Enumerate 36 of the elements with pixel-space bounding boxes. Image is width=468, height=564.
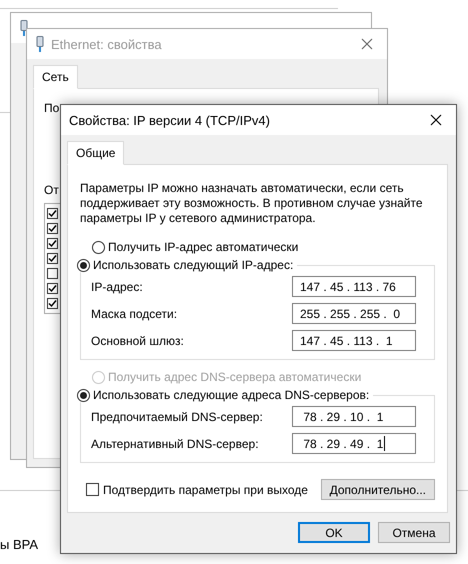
window-title: Свойства: IP версии 4 (TCP/IPv4) [69, 112, 271, 128]
dialog-button[interactable]: Отмена [378, 522, 450, 543]
field-label: Основной шлюз: [91, 334, 184, 348]
component-checkbox[interactable] [47, 268, 58, 279]
field-label: Маска подсети: [91, 306, 178, 320]
confirm-checkbox[interactable]: Подтвердить параметры при выходе [80, 482, 308, 496]
description-text: Параметры IP можно назначать автоматически, если сеть поддерживает эту возможность. В противном случае узнайте параметры IP у сетевого администратора. [80, 181, 424, 226]
component-checkbox[interactable] [47, 253, 58, 264]
ip-address-field[interactable]: 147 . 45 . 113 . 1 [292, 330, 416, 351]
ip-address-field[interactable]: 78 . 29 . 10 . 1 [292, 406, 416, 427]
ip-address-field[interactable]: 78 . 29 . 49 . 1 [292, 433, 416, 454]
network-plug-icon [19, 20, 29, 36]
radio-option[interactable]: Использовать следующие адреса DNS-серверов: [77, 388, 370, 402]
ip-address-field[interactable]: 255 . 255 . 255 . 0 [292, 303, 416, 324]
tab[interactable]: Сеть [33, 65, 78, 89]
window-title: Ethernet: свойства [51, 36, 163, 52]
field-label: Предпочитаемый DNS-сервер: [91, 410, 263, 424]
dialog-button[interactable]: OK [298, 522, 370, 543]
advanced-button[interactable]: Дополнительно... [320, 479, 435, 500]
radio-option[interactable]: Получить IP-адрес автоматически [92, 240, 435, 254]
component-checkbox[interactable] [47, 223, 58, 234]
close-icon [430, 114, 442, 126]
close-icon [361, 38, 373, 50]
section-label: По [44, 101, 60, 115]
component-checkbox[interactable] [47, 238, 58, 249]
section-label: От [44, 183, 59, 197]
field-label: IP-адрес: [91, 280, 143, 294]
text-fragment: ы ВРА [0, 537, 38, 552]
component-checkbox[interactable] [47, 283, 58, 294]
field-label: Альтернативный DNS-сервер: [91, 436, 259, 450]
radio-option[interactable]: Использовать следующий IP-адрес: [77, 258, 294, 272]
tab[interactable]: Общие [67, 141, 124, 165]
component-checkbox[interactable] [47, 298, 58, 309]
component-checkbox[interactable] [47, 208, 58, 219]
ip-address-field[interactable]: 147 . 45 . 113 . 76 [292, 276, 416, 297]
network-plug-icon [35, 36, 45, 52]
